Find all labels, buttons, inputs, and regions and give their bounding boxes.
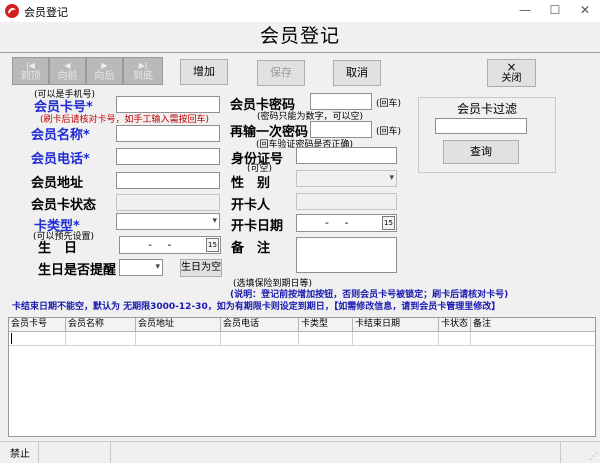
column-header[interactable]: 会员地址	[136, 318, 221, 332]
birthday-label: 生 日	[38, 241, 78, 256]
chevron-down-icon: ▾	[212, 216, 217, 226]
table-cell[interactable]	[471, 332, 595, 346]
minimize-icon[interactable]: —	[510, 0, 540, 22]
member-name-input[interactable]	[116, 125, 220, 142]
maximize-icon[interactable]: ☐	[540, 0, 570, 22]
card-no-input[interactable]	[116, 96, 220, 113]
chevron-down-icon: ▾	[155, 262, 160, 272]
first-record-button[interactable]: |◀ 到顶	[12, 57, 49, 85]
card-status-label: 会员卡状态	[31, 198, 97, 213]
member-address-label: 会员地址	[31, 176, 84, 191]
status-separator	[38, 441, 39, 463]
status-bar	[0, 441, 600, 463]
chevron-down-icon: ▾	[389, 173, 394, 183]
status-text: 禁止	[10, 449, 30, 460]
member-address-input[interactable]	[116, 172, 220, 189]
table-header: 会员卡号 会员名称 会员地址 会员电话 卡类型 卡结束日期 卡状态 备注	[9, 318, 595, 332]
birthday-date-picker[interactable]: - - 15	[119, 236, 221, 254]
table-cell[interactable]	[439, 332, 471, 346]
prev-record-button[interactable]: ◀ 向前	[49, 57, 86, 85]
column-header[interactable]: 会员名称	[66, 318, 136, 332]
app-logo-icon	[5, 4, 19, 18]
status-separator	[560, 441, 561, 463]
column-header[interactable]: 会员卡号	[9, 318, 66, 332]
card-filter-input[interactable]	[435, 118, 527, 134]
birthday-remind-label: 生日是否提醒	[38, 263, 117, 278]
add-button[interactable]: 增加	[180, 59, 228, 85]
member-table[interactable]: 会员卡号 会员名称 会员地址 会员电话 卡类型 卡结束日期 卡状态 备注	[8, 317, 596, 437]
open-date-picker[interactable]: - - 15	[296, 214, 397, 232]
calendar-icon[interactable]: 15	[206, 238, 219, 252]
table-cell[interactable]	[353, 332, 439, 346]
card-opener-field	[296, 193, 397, 210]
column-header[interactable]: 会员电话	[221, 318, 299, 332]
close-button[interactable]: × 关闭	[487, 59, 536, 87]
header-divider	[0, 52, 600, 53]
password-enter-hint: (回车)	[376, 99, 402, 109]
table-cell[interactable]	[221, 332, 299, 346]
card-status-field	[116, 194, 220, 211]
member-name-label: 会员名称*	[31, 128, 90, 143]
birthday-remind-select[interactable]: ▾	[119, 259, 163, 276]
page-title: 会员登记	[259, 25, 340, 47]
close-icon[interactable]: ✕	[570, 0, 600, 22]
status-separator	[110, 441, 111, 463]
text-cursor	[11, 333, 12, 344]
card-type-select[interactable]: ▾	[116, 213, 220, 230]
gender-select[interactable]: ▾	[296, 170, 397, 187]
expiry-note: 卡结束日期不能空，默认为 无期限3000-12-30，如为有期限卡则设定到期日，…	[12, 302, 501, 312]
close-x-icon: ×	[506, 60, 517, 74]
calendar-icon[interactable]: 15	[382, 216, 395, 230]
resize-grip-icon[interactable]: ⋰	[589, 452, 598, 462]
id-number-input[interactable]	[296, 147, 397, 164]
save-button[interactable]: 保存	[257, 60, 305, 86]
card-filter-title: 会员卡过滤	[456, 102, 517, 116]
query-button[interactable]: 查询	[443, 140, 519, 164]
card-opener-label: 开卡人	[231, 198, 271, 213]
last-record-button[interactable]: ▶| 到底	[123, 57, 163, 85]
next-icon: ▶	[101, 61, 108, 70]
column-header[interactable]: 卡结束日期	[353, 318, 439, 332]
column-header[interactable]: 备注	[471, 318, 595, 332]
card-password-input[interactable]	[310, 93, 372, 110]
table-cell[interactable]	[136, 332, 221, 346]
open-date-label: 开卡日期	[231, 219, 284, 234]
table-cell[interactable]	[9, 332, 66, 346]
next-record-button[interactable]: ▶ 向后	[86, 57, 123, 85]
member-phone-label: 会员电话*	[31, 152, 90, 167]
table-cell[interactable]	[299, 332, 353, 346]
table-cell[interactable]	[66, 332, 136, 346]
prev-icon: ◀	[64, 61, 71, 70]
member-phone-input[interactable]	[116, 148, 220, 165]
window-title: 会员登记	[24, 6, 68, 19]
birthday-empty-button[interactable]: 生日为空	[180, 259, 222, 277]
skip-first-icon: |◀	[26, 61, 35, 70]
gender-label: 性 别	[231, 176, 271, 191]
column-header[interactable]: 卡状态	[439, 318, 471, 332]
skip-last-icon: ▶|	[138, 61, 148, 70]
confirm-password-enter-hint: (回车)	[376, 127, 402, 137]
table-row[interactable]	[9, 332, 595, 346]
confirm-password-input[interactable]	[310, 121, 372, 138]
column-header[interactable]: 卡类型	[299, 318, 353, 332]
cancel-button[interactable]: 取消	[333, 60, 381, 86]
remark-textarea[interactable]	[296, 237, 397, 273]
remark-label: 备 注	[231, 241, 271, 256]
